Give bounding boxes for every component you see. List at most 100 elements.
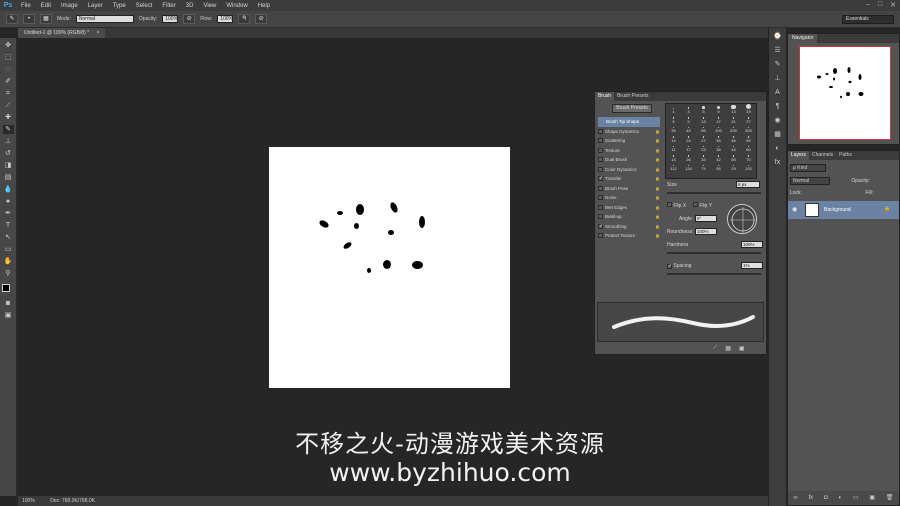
brush-tool-preset-icon[interactable]: ✎ — [6, 14, 18, 24]
lock-icon[interactable]: 🔒 — [655, 129, 660, 134]
brush-tip-cell[interactable]: 9 — [711, 104, 726, 114]
gradient-tool-icon[interactable]: ▤ — [3, 173, 14, 182]
brush-setting-item[interactable]: Shape Dynamics 🔒 — [598, 127, 660, 137]
setting-checkbox[interactable]: ✓ — [598, 176, 603, 182]
menu-file[interactable]: File — [16, 3, 36, 9]
grid-icon[interactable]: ▦ — [725, 345, 731, 352]
layer-name[interactable]: Background — [824, 207, 851, 213]
lock-icon[interactable]: 🔒 — [655, 214, 660, 219]
minimize-button[interactable]: – — [866, 1, 870, 9]
angle-roundness-dial[interactable] — [727, 204, 757, 234]
blend-mode-select[interactable]: Normal — [790, 177, 830, 185]
brush-tip-cell[interactable]: 5 — [696, 104, 711, 114]
menu-view[interactable]: View — [198, 3, 221, 9]
menu-help[interactable]: Help — [253, 3, 275, 9]
maximize-button[interactable]: □ — [878, 1, 882, 9]
workspace-select[interactable]: Essentials — [842, 15, 894, 24]
brush-setting-item[interactable]: Brush Pose 🔒 — [598, 184, 660, 194]
menu-3d[interactable]: 3D — [181, 3, 199, 9]
brush-tip-cell[interactable]: 26 — [681, 152, 696, 162]
zoom-tool-icon[interactable]: ⚲ — [3, 269, 14, 278]
menu-window[interactable]: Window — [221, 3, 252, 9]
brush-tip-cell[interactable]: 29 — [726, 162, 741, 171]
screen-mode-icon[interactable]: ▣ — [3, 311, 14, 320]
blur-tool-icon[interactable]: 💧 — [3, 185, 14, 194]
link-layers-icon[interactable]: ∞ — [793, 491, 797, 505]
menu-layer[interactable]: Layer — [83, 3, 108, 9]
brush-tip-cell[interactable]: 74 — [696, 162, 711, 171]
eye-icon[interactable]: ◉ — [792, 206, 797, 213]
quick-select-tool-icon[interactable]: ✐ — [3, 77, 14, 86]
brush-tip-cell[interactable]: 39 — [711, 133, 726, 143]
lock-icon[interactable]: 🔒 — [655, 176, 660, 181]
brush-panel-toggle-icon[interactable]: ▦ — [40, 14, 52, 24]
setting-checkbox[interactable] — [598, 185, 603, 191]
healing-brush-tool-icon[interactable]: ✚ — [3, 113, 14, 122]
flow-field[interactable]: 100% — [217, 15, 234, 23]
brush-tip-cell[interactable]: 59 — [741, 133, 756, 143]
pressure-size-icon[interactable]: ⊘ — [255, 14, 268, 24]
spacing-slider[interactable] — [667, 273, 761, 275]
swatches-icon[interactable]: ▦ — [772, 130, 784, 140]
document-canvas[interactable] — [269, 147, 510, 388]
lock-icon[interactable]: 🔒 — [655, 138, 660, 143]
clone-stamp-tool-icon[interactable]: ⊥ — [3, 137, 14, 146]
path-select-tool-icon[interactable]: ↖ — [3, 233, 14, 242]
brush-tip-cell[interactable]: 112 — [666, 162, 681, 171]
lock-icon[interactable]: 🔒 — [655, 205, 660, 210]
new-layer-icon[interactable]: ▣ — [869, 491, 875, 505]
brush-tip-cell[interactable]: 14 — [666, 133, 681, 143]
layer-row-background[interactable]: ◉ Background 🔒 — [788, 201, 899, 219]
brush-tip-cell[interactable]: 45 — [681, 124, 696, 133]
brush-tip-cell[interactable]: 3 — [681, 104, 696, 114]
brush-tip-cell[interactable]: 46 — [726, 133, 741, 143]
brush-setting-item[interactable]: Texture 🔒 — [598, 146, 660, 156]
new-brush-icon[interactable]: ▣ — [739, 345, 745, 352]
paragraph-icon[interactable]: ¶ — [772, 102, 784, 112]
document-tab[interactable]: Untitled-1 @ 100% (RGB/8) * × — [18, 28, 106, 38]
airbrush-icon[interactable]: ᖗ — [238, 14, 251, 24]
brush-tip-cell[interactable]: 33 — [696, 152, 711, 162]
flip-y-checkbox[interactable]: Flip Y — [693, 202, 712, 209]
brush-setting-item[interactable]: Noise 🔒 — [598, 193, 660, 203]
roundness-field[interactable]: 100% — [695, 228, 717, 235]
lock-icon[interactable]: 🔒 — [655, 148, 660, 153]
history-icon[interactable]: ⌚ — [772, 32, 784, 42]
menu-select[interactable]: Select — [131, 3, 158, 9]
brush-panel-icon[interactable]: ✎ — [772, 60, 784, 70]
brush-presets-button[interactable]: Brush Presets — [612, 104, 652, 113]
menu-filter[interactable]: Filter — [157, 3, 180, 9]
delete-layer-icon[interactable]: 🗑 — [886, 491, 894, 505]
eraser-tool-icon[interactable]: ◨ — [3, 161, 14, 170]
tab-brush[interactable]: Brush — [595, 92, 615, 101]
brush-setting-item[interactable]: Brush Tip Shape — [598, 117, 660, 127]
brush-tip-cell[interactable]: 27 — [741, 114, 756, 124]
lock-icon[interactable]: 🔒 — [655, 186, 660, 191]
brush-setting-item[interactable]: Protect Texture 🔒 — [598, 231, 660, 241]
brush-tip-cell[interactable]: 14 — [666, 152, 681, 162]
brush-tip-cell[interactable]: 9 — [681, 114, 696, 124]
new-group-icon[interactable]: ▭ — [853, 491, 859, 505]
toggle-hardbristle-icon[interactable]: ⟋ — [713, 345, 717, 352]
brush-tip-cell[interactable]: 21 — [726, 114, 741, 124]
hardness-slider[interactable] — [667, 252, 761, 254]
menu-type[interactable]: Type — [108, 3, 131, 9]
brush-tip-cell[interactable]: 95 — [711, 162, 726, 171]
layer-kind-filter[interactable]: ρ Kind — [790, 164, 826, 172]
add-mask-icon[interactable]: ◘ — [824, 491, 828, 505]
adjustment-layer-icon[interactable]: ◐ — [838, 491, 842, 505]
flip-x-checkbox[interactable]: Flip X — [667, 202, 686, 209]
menu-edit[interactable]: Edit — [36, 3, 56, 9]
clone-source-icon[interactable]: ⊥ — [772, 74, 784, 84]
size-slider[interactable] — [667, 192, 761, 194]
brush-tip-cell[interactable]: 23 — [696, 143, 711, 152]
spacing-field[interactable]: 1% — [741, 262, 763, 269]
foreground-color-swatch[interactable] — [2, 284, 10, 292]
character-icon[interactable]: A — [772, 88, 784, 98]
lock-icon[interactable]: 🔒 — [655, 233, 660, 238]
tab-paths[interactable]: Paths — [836, 151, 855, 160]
brush-tip-cell[interactable]: 44 — [726, 143, 741, 152]
setting-checkbox[interactable] — [598, 166, 603, 172]
hand-tool-icon[interactable]: ✋ — [3, 257, 14, 266]
brush-setting-item[interactable]: ✓ Smoothing 🔒 — [598, 222, 660, 232]
